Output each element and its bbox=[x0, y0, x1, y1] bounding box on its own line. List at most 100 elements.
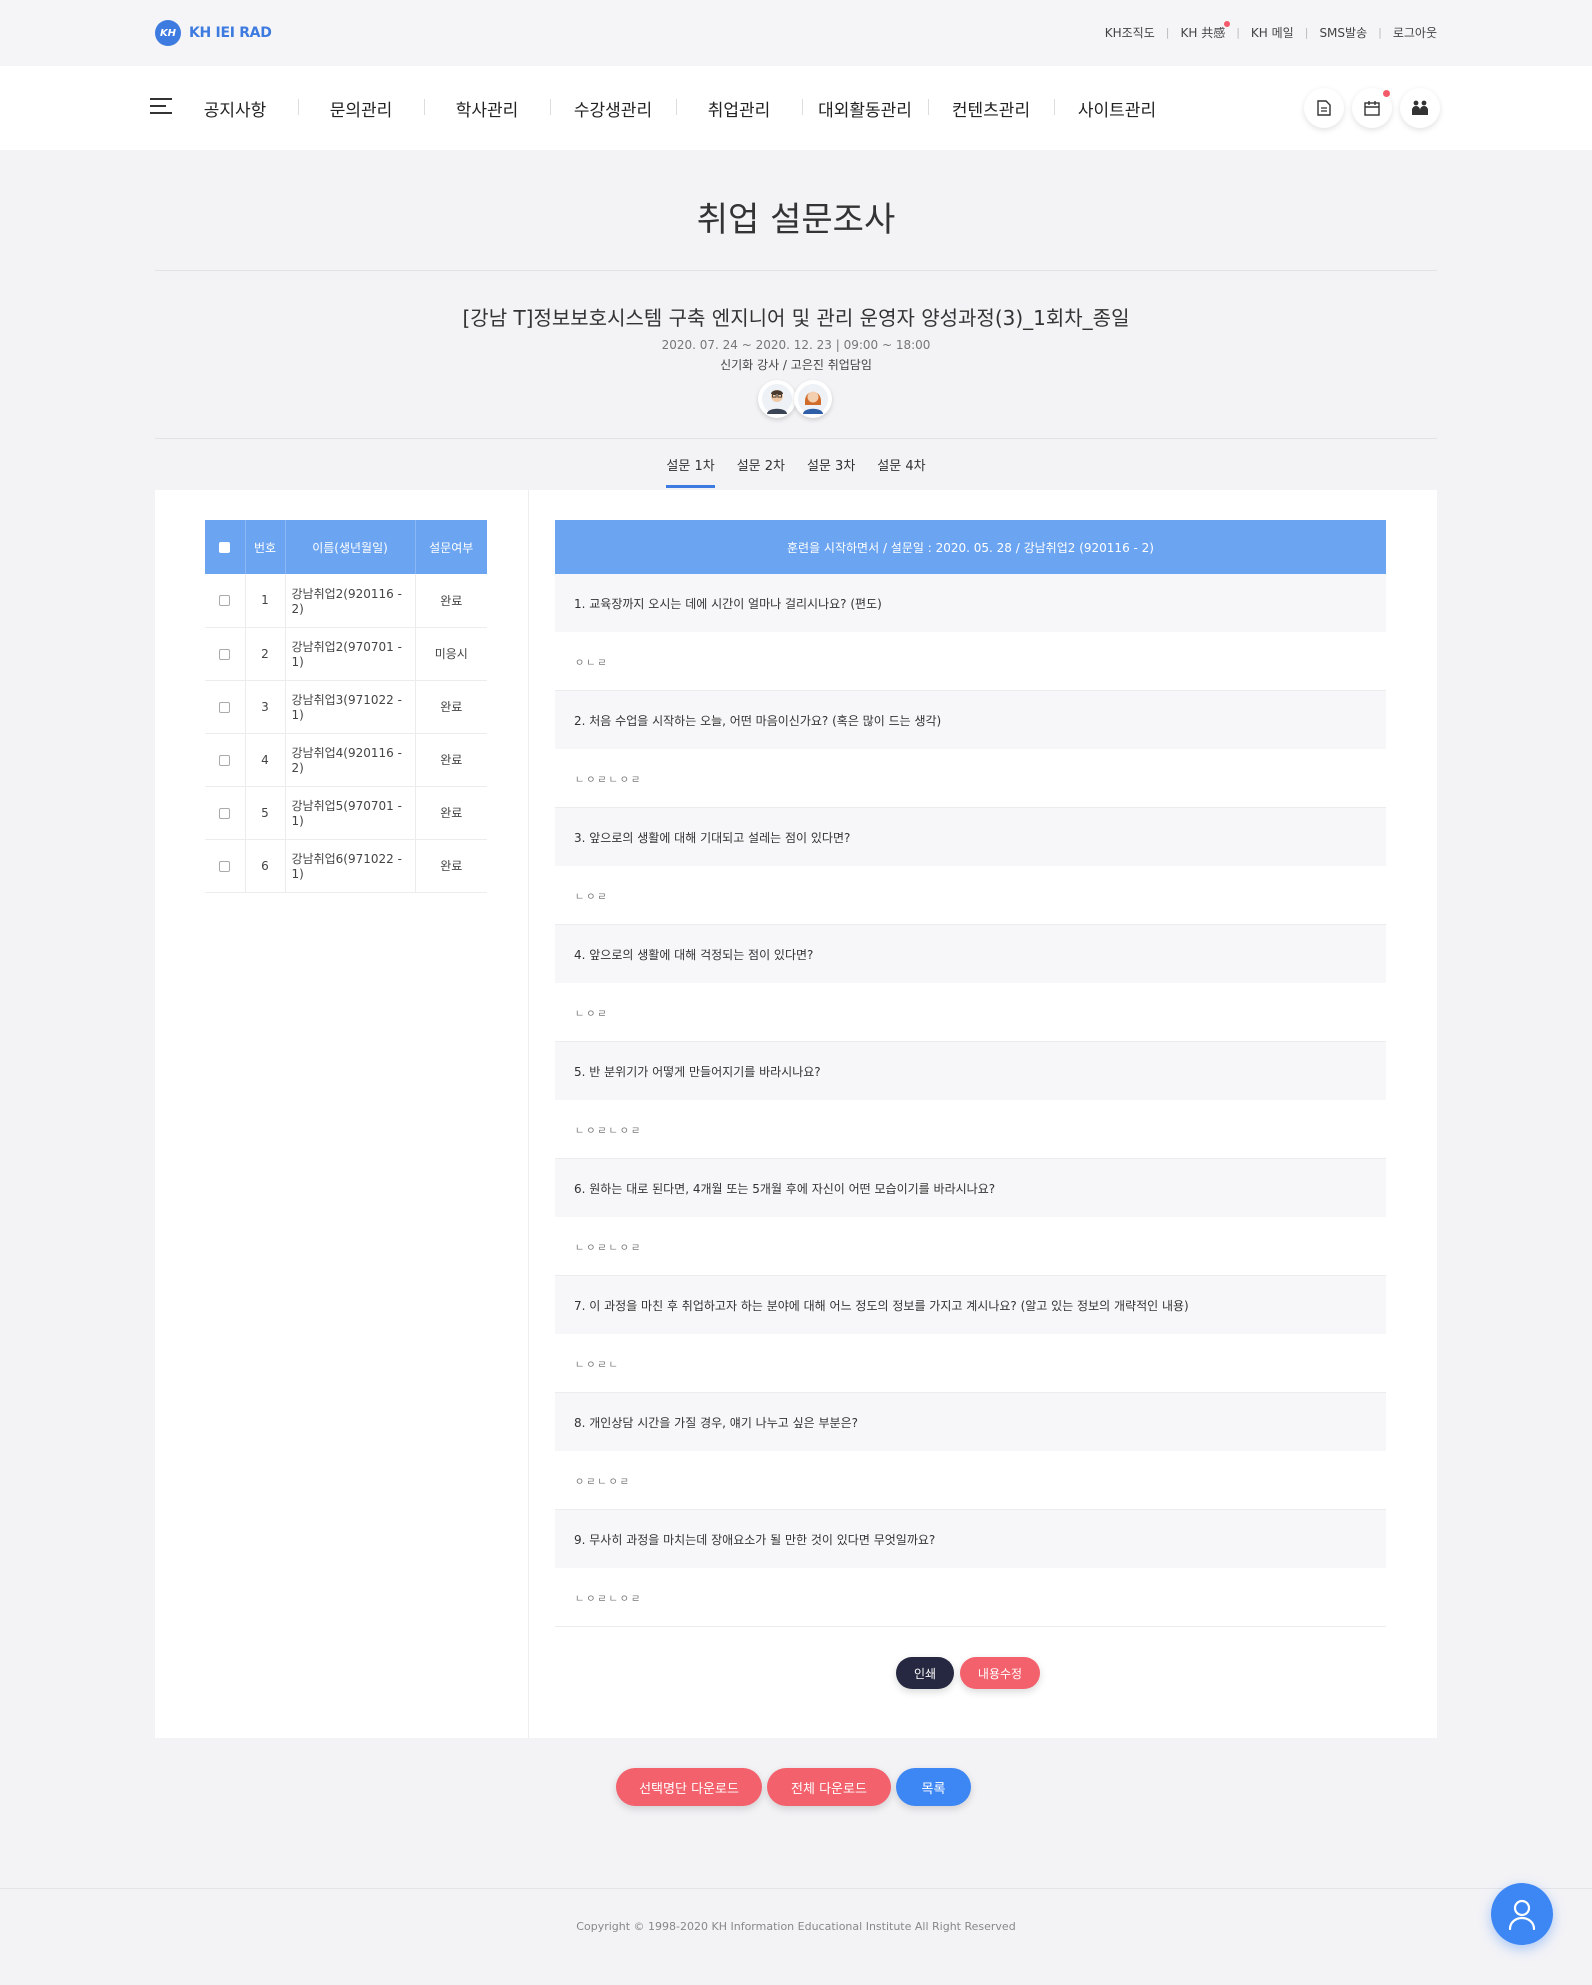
document-icon[interactable] bbox=[1304, 88, 1344, 128]
gnb-item-inquiry[interactable]: 문의관리 bbox=[298, 96, 424, 121]
survey-tabs: 설문 1차 설문 2차 설문 3차 설문 4차 bbox=[0, 455, 1592, 488]
util-link-kh-empathy[interactable]: KH 共感 bbox=[1180, 21, 1230, 41]
hamburger-menu-icon[interactable] bbox=[150, 98, 172, 116]
row-name[interactable]: 강남취업2(970701 - 1) bbox=[284, 627, 415, 681]
row-no: 1 bbox=[244, 574, 285, 628]
survey-answer: ㄴㅇㄹ bbox=[555, 983, 1386, 1042]
row-name[interactable]: 강남취업3(971022 - 1) bbox=[284, 680, 415, 734]
survey-answer: ㅇㄴㄹ bbox=[555, 632, 1386, 691]
survey-question: 8. 개인상담 시간을 가질 경우, 얘기 나누고 싶은 부분은? bbox=[555, 1393, 1386, 1451]
row-status: 완료 bbox=[414, 680, 487, 734]
util-sep: | bbox=[1378, 26, 1382, 39]
survey-question: 7. 이 과정을 마친 후 취업하고자 하는 분야에 대해 어느 정도의 정보를… bbox=[555, 1276, 1386, 1334]
people-icon[interactable] bbox=[1400, 88, 1440, 128]
survey-answer: ㅇㄹㄴㅇㄹ bbox=[555, 1451, 1386, 1510]
row-name[interactable]: 강남취업6(971022 - 1) bbox=[284, 839, 415, 893]
gnb-item-academic[interactable]: 학사관리 bbox=[424, 96, 550, 121]
row-name[interactable]: 강남취업2(920116 - 2) bbox=[284, 574, 415, 628]
row-checkbox-cell bbox=[205, 574, 245, 628]
row-checkbox-cell bbox=[205, 733, 245, 787]
survey-answer: ㄴㅇㄹㄴㅇㄹ bbox=[555, 749, 1386, 808]
gnb-icon-group bbox=[1304, 88, 1440, 128]
row-no: 5 bbox=[244, 786, 285, 840]
page-title: 취업 설문조사 bbox=[696, 200, 896, 240]
logo[interactable]: KH KH IEI RAD bbox=[155, 20, 272, 46]
survey-answer: ㄴㅇㄹㄴㅇㄹ bbox=[555, 1568, 1386, 1627]
survey-question: 5. 반 분위기가 어떻게 만들어지기를 바라시나요? bbox=[555, 1042, 1386, 1100]
row-name[interactable]: 강남취업5(970701 - 1) bbox=[284, 786, 415, 840]
edit-content-button[interactable]: 내용수정 bbox=[960, 1657, 1040, 1689]
avatar-instructor bbox=[758, 380, 796, 418]
notification-dot bbox=[1383, 90, 1390, 97]
util-link-mail[interactable]: KH 메일 bbox=[1251, 24, 1294, 41]
tab-survey-1[interactable]: 설문 1차 bbox=[666, 455, 716, 488]
row-checkbox[interactable] bbox=[219, 754, 231, 766]
row-no: 6 bbox=[244, 839, 285, 893]
row-checkbox[interactable] bbox=[219, 595, 231, 607]
survey-question: 1. 교육장까지 오시는 데에 시간이 얼마나 걸리시나요? (편도) bbox=[555, 574, 1386, 632]
course-title: [강남 T]정보보호시스템 구축 엔지니어 및 관리 운영자 양성과정(3)_1… bbox=[462, 306, 1130, 330]
gnb-item-students[interactable]: 수강생관리 bbox=[550, 96, 676, 121]
survey-question: 4. 앞으로의 생활에 대해 걱정되는 점이 있다면? bbox=[555, 925, 1386, 983]
download-all-button[interactable]: 전체 다운로드 bbox=[767, 1768, 891, 1806]
download-selected-button[interactable]: 선택명단 다운로드 bbox=[616, 1768, 762, 1806]
utility-links: KH조직도 | KH 共感 | KH 메일 | SMS발송 | 로그아웃 bbox=[1105, 21, 1437, 41]
util-link-logout[interactable]: 로그아웃 bbox=[1393, 24, 1437, 41]
survey-answers: 훈련을 시작하면서 / 설문일 : 2020. 05. 28 / 강남취업2 (… bbox=[555, 520, 1386, 1627]
row-status: 미응시 bbox=[414, 627, 487, 681]
survey-answer: ㄴㅇㄹㄴㅇㄹ bbox=[555, 1217, 1386, 1276]
footer-copyright: Copyright © 1998-2020 KH Information Edu… bbox=[576, 1920, 1016, 1933]
row-no: 3 bbox=[244, 680, 285, 734]
column-header-name: 이름(생년월일) bbox=[284, 520, 415, 574]
row-checkbox[interactable] bbox=[219, 701, 231, 713]
select-all-checkbox[interactable] bbox=[219, 542, 231, 553]
select-all-cell bbox=[205, 520, 245, 574]
table-row[interactable]: 4 강남취업4(920116 - 2) 완료 bbox=[205, 733, 487, 787]
student-table: 번호 이름(생년월일) 설문여부 1 강남취업2(920116 - 2) 완료 … bbox=[205, 520, 487, 893]
row-status: 완료 bbox=[414, 733, 487, 787]
gnb-item-external[interactable]: 대외활동관리 bbox=[802, 96, 928, 121]
main-navigation: 공지사항 문의관리 학사관리 수강생관리 취업관리 대외활동관리 컨텐츠관리 사… bbox=[0, 66, 1592, 150]
user-profile-fab[interactable] bbox=[1491, 1883, 1553, 1945]
calendar-icon[interactable] bbox=[1352, 88, 1392, 128]
row-status: 완료 bbox=[414, 574, 487, 628]
row-checkbox[interactable] bbox=[219, 807, 231, 819]
util-sep: | bbox=[1304, 26, 1309, 39]
print-button[interactable]: 인쇄 bbox=[896, 1657, 954, 1689]
tab-survey-4[interactable]: 설문 4차 bbox=[877, 455, 925, 488]
panel-divider bbox=[528, 490, 529, 1738]
survey-answer: ㄴㅇㄹㄴ bbox=[555, 1334, 1386, 1393]
row-no: 4 bbox=[244, 733, 285, 787]
column-header-no: 번호 bbox=[244, 520, 285, 574]
row-name[interactable]: 강남취업4(920116 - 2) bbox=[284, 733, 415, 787]
gnb-item-employment[interactable]: 취업관리 bbox=[676, 96, 802, 121]
table-row[interactable]: 1 강남취업2(920116 - 2) 완료 bbox=[205, 574, 487, 628]
tab-survey-2[interactable]: 설문 2차 bbox=[737, 455, 785, 488]
util-link-org-chart[interactable]: KH조직도 bbox=[1105, 24, 1155, 41]
list-button[interactable]: 목록 bbox=[896, 1768, 971, 1806]
table-row[interactable]: 6 강남취업6(971022 - 1) 완료 bbox=[205, 839, 487, 893]
tab-survey-3[interactable]: 설문 3차 bbox=[807, 455, 855, 488]
top-utility-bar: KH KH IEI RAD KH조직도 | KH 共感 | KH 메일 | SM… bbox=[0, 0, 1592, 66]
table-row[interactable]: 3 강남취업3(971022 - 1) 완료 bbox=[205, 680, 487, 734]
gnb-item-site[interactable]: 사이트관리 bbox=[1054, 96, 1180, 121]
table-row[interactable]: 5 강남취업5(970701 - 1) 완료 bbox=[205, 786, 487, 840]
gnb-item-notice[interactable]: 공지사항 bbox=[172, 96, 298, 121]
staff-avatars bbox=[758, 380, 832, 418]
util-link-sms[interactable]: SMS발송 bbox=[1319, 24, 1367, 41]
row-status: 완료 bbox=[414, 839, 487, 893]
table-row[interactable]: 2 강남취업2(970701 - 1) 미응시 bbox=[205, 627, 487, 681]
divider bbox=[155, 270, 1437, 271]
gnb-menu: 공지사항 문의관리 학사관리 수강생관리 취업관리 대외활동관리 컨텐츠관리 사… bbox=[172, 66, 1180, 150]
row-checkbox[interactable] bbox=[219, 860, 231, 872]
logo-mark: KH bbox=[155, 20, 181, 46]
row-checkbox[interactable] bbox=[219, 648, 231, 660]
divider bbox=[155, 438, 1437, 439]
table-header-row: 번호 이름(생년월일) 설문여부 bbox=[205, 520, 487, 574]
course-staff: 신기화 강사 / 고은진 취업담임 bbox=[720, 358, 872, 372]
survey-answer: ㄴㅇㄹㄴㅇㄹ bbox=[555, 1100, 1386, 1159]
survey-question: 6. 원하는 대로 된다면, 4개월 또는 5개월 후에 자신이 어떤 모습이기… bbox=[555, 1159, 1386, 1217]
gnb-item-contents[interactable]: 컨텐츠관리 bbox=[928, 96, 1054, 121]
row-checkbox-cell bbox=[205, 627, 245, 681]
survey-question: 2. 처음 수업을 시작하는 오늘, 어떤 마음이신가요? (혹은 많이 드는 … bbox=[555, 691, 1386, 749]
